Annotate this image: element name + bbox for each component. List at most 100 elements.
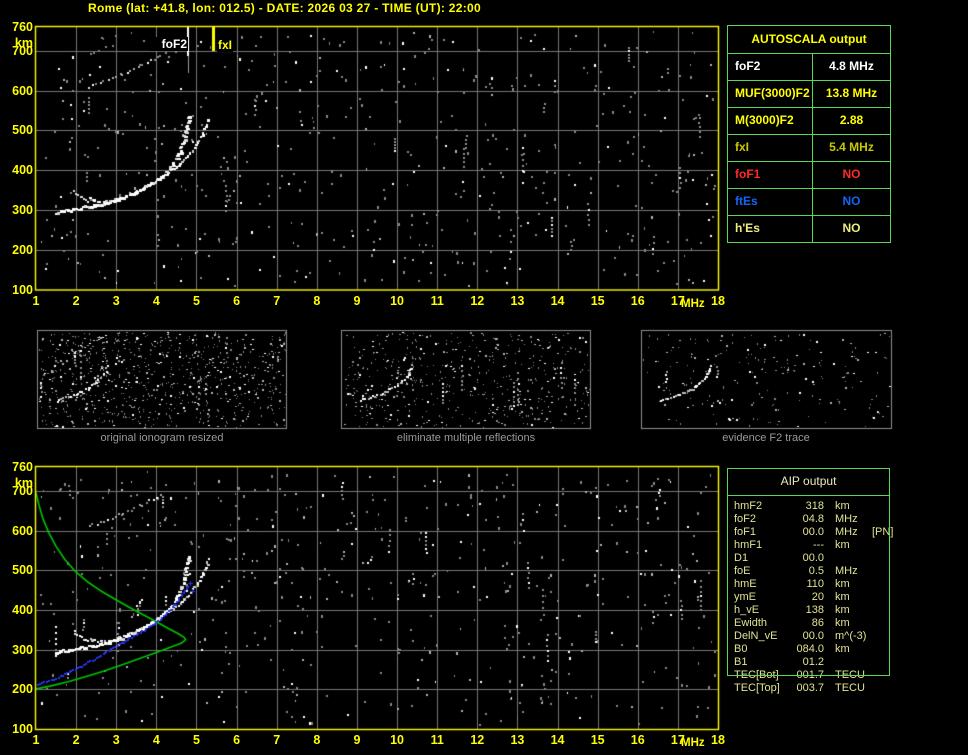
aip-row-delnve: DelN_vE 00.0 m^(-3) xyxy=(734,630,890,643)
y-tick-label: 300 xyxy=(12,202,33,217)
x-tick-label: 4 xyxy=(152,733,160,747)
x-tick-label: 3 xyxy=(112,293,120,308)
x-tick-label: 8 xyxy=(313,293,321,308)
autoscala-screen: Rome (lat: +41.8, lon: 012.5) - DATE: 20… xyxy=(0,0,968,755)
parameter-note xyxy=(866,513,890,526)
parameter-unit: km xyxy=(835,591,850,603)
aip-row-yme: ymE 20 km xyxy=(734,591,890,604)
x-tick-label: 13 xyxy=(510,293,525,308)
parameter-note xyxy=(866,617,890,630)
parameter-value: 110 xyxy=(806,578,824,590)
parameter-value: --- xyxy=(813,539,824,551)
x-tick-label: 6 xyxy=(233,733,241,747)
parameter-unit: km xyxy=(835,539,850,551)
autoscala-table-title: AUTOSCALA output xyxy=(751,32,867,46)
x-axis-unit: MHz xyxy=(681,737,705,749)
aip-row-hmf1: hmF1 --- km xyxy=(734,539,890,552)
x-tick-label: 18 xyxy=(711,293,725,308)
x-tick-label: 8 xyxy=(313,733,321,747)
parameter-name: foF1 xyxy=(734,526,757,538)
parameter-note xyxy=(866,669,890,682)
x-tick-label: 2 xyxy=(72,733,80,747)
autoscala-row-m3000f2: M(3000)F2 2.88 xyxy=(728,107,890,134)
parameter-name: MUF(3000)F2 xyxy=(735,86,810,100)
parameter-value: 00.0 xyxy=(802,552,824,564)
parameter-unit: m^(-3) xyxy=(835,630,867,642)
parameter-name: fxI xyxy=(735,140,750,154)
x-tick-label: 11 xyxy=(430,733,444,747)
parameter-value: 001.7 xyxy=(796,669,824,681)
parameter-name: ftEs xyxy=(735,194,758,208)
y-tick-label: 760 xyxy=(12,460,33,474)
autoscala-row-fof2: foF2 4.8 MHz xyxy=(728,53,890,80)
x-tick-label: 14 xyxy=(550,733,565,747)
parameter-unit: TECU xyxy=(835,669,865,681)
parameter-value: 4.8 MHz xyxy=(812,54,890,80)
parameter-unit: km xyxy=(835,578,850,590)
thumbnail-caption-original: original ionogram resized xyxy=(100,432,224,444)
x-axis-unit: MHz xyxy=(681,297,705,310)
x-tick-label: 10 xyxy=(390,293,404,308)
parameter-value: 318 xyxy=(805,500,824,512)
parameter-value: 5.4 MHz xyxy=(812,135,890,161)
aip-row-d1: D1 00.0 xyxy=(734,552,890,565)
y-tick-label: 200 xyxy=(12,682,33,697)
parameter-value: 084.0 xyxy=(796,643,824,655)
parameter-note xyxy=(866,643,890,656)
parameter-name: Ewidth xyxy=(734,617,768,629)
parameter-name: D1 xyxy=(734,552,749,564)
x-tick-label: 3 xyxy=(112,733,120,747)
aip-row-fof2: foF2 04.8 MHz xyxy=(734,513,890,526)
y-tick-label: 500 xyxy=(12,563,33,578)
aip-output-table: AIP output hmF2 318 km foF2 04.8 MHz foF1 00.0 M… xyxy=(727,468,894,695)
x-tick-label: 7 xyxy=(273,733,281,747)
x-tick-label: 16 xyxy=(630,293,645,308)
parameter-value: 2.88 xyxy=(812,108,890,134)
autoscala-row-fof1: foF1 NO xyxy=(728,161,890,188)
x-tick-label: 9 xyxy=(353,733,361,747)
x-tick-label: 15 xyxy=(590,733,605,747)
x-tick-label: 14 xyxy=(550,293,565,308)
x-tick-label: 13 xyxy=(510,733,525,747)
parameter-name: B0 xyxy=(734,643,748,655)
parameter-note xyxy=(866,578,890,591)
parameter-note xyxy=(866,500,890,513)
thumbnail-caption-eliminate: eliminate multiple reflections xyxy=(396,432,536,444)
parameter-name: ymE xyxy=(734,591,756,603)
thumbnail-caption-evidence: evidence F2 trace xyxy=(722,432,810,444)
parameter-note: [PN] xyxy=(872,526,894,538)
parameter-value: 86 xyxy=(811,617,824,629)
parameter-unit: km xyxy=(835,643,850,655)
parameter-value: NO xyxy=(812,189,890,215)
x-tick-label: 7 xyxy=(273,293,281,308)
parameter-name: M(3000)F2 xyxy=(735,113,794,127)
y-tick-label: 200 xyxy=(12,242,33,257)
parameter-note xyxy=(866,656,890,669)
aip-row-hme: hmE 110 km xyxy=(734,578,890,591)
x-tick-label: 11 xyxy=(430,293,444,308)
autoscala-output-table: AUTOSCALA output foF2 4.8 MHz MUF(3000)F2 1… xyxy=(727,25,891,243)
x-tick-label: 16 xyxy=(630,733,645,747)
parameter-value: 003.7 xyxy=(796,682,824,694)
parameter-note xyxy=(866,682,890,695)
x-tick-label: 5 xyxy=(192,293,200,308)
y-tick-label: 400 xyxy=(12,163,33,178)
x-tick-label: 6 xyxy=(233,293,241,308)
parameter-name: hmE xyxy=(734,578,757,590)
autoscala-row-muf3000f2: MUF(3000)F2 13.8 MHz xyxy=(728,80,890,107)
parameter-name: hmF1 xyxy=(734,539,763,551)
parameter-name: TEC[Top] xyxy=(734,682,780,694)
parameter-note xyxy=(866,604,890,617)
parameter-note xyxy=(866,630,890,643)
parameter-note xyxy=(866,591,890,604)
aip-row-fof1: foF1 00.0 MHz [PN] xyxy=(734,526,894,539)
parameter-value: 01.2 xyxy=(802,656,824,668)
parameter-name: DelN_vE xyxy=(734,630,778,642)
parameter-name: foF2 xyxy=(735,59,761,73)
aip-row-tecbot: TEC[Bot] 001.7 TECU xyxy=(734,669,890,682)
parameter-note xyxy=(866,539,890,552)
fxi-marker-label: fxI xyxy=(217,38,234,52)
x-tick-label: 12 xyxy=(470,733,485,747)
parameter-unit xyxy=(824,656,866,669)
y-tick-label: 760 xyxy=(12,20,33,34)
